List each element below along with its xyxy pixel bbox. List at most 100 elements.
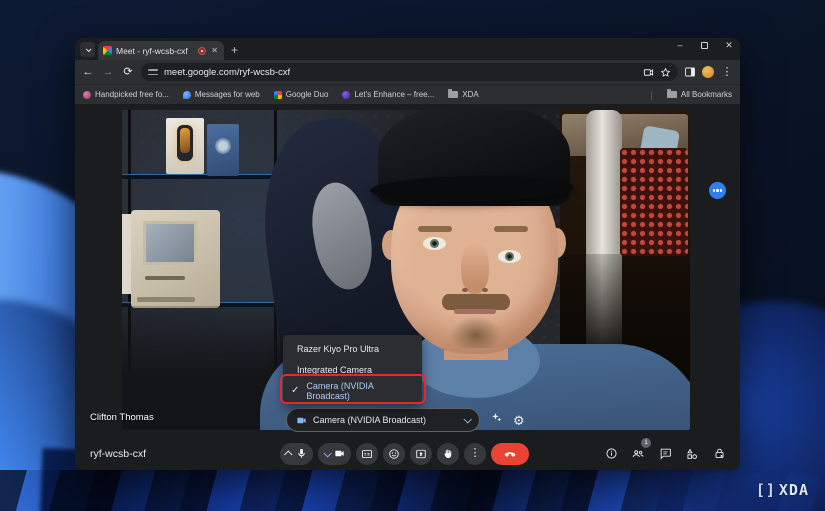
- activities-button[interactable]: [683, 445, 701, 463]
- window-close-button[interactable]: ✕: [724, 41, 734, 50]
- bookmark-favicon-icon: [342, 90, 351, 99]
- tab-strip: Meet - ryf-wcsb-cxf ✕ + – ✕: [75, 38, 740, 60]
- chat-icon: [660, 448, 671, 460]
- present-screen-button[interactable]: [410, 442, 432, 465]
- host-controls-button[interactable]: [710, 445, 728, 463]
- xda-watermark: [] XDA: [756, 481, 809, 499]
- desktop: [] XDA Meet - ryf-wcsb-cxf ✕ + – ✕ ← → ⟳…: [0, 0, 825, 511]
- captions-icon: [362, 449, 372, 458]
- menu-item-integrated-camera[interactable]: Integrated Camera: [283, 359, 422, 380]
- raise-hand-icon: [444, 449, 452, 458]
- reactions-button[interactable]: [383, 442, 405, 465]
- meeting-details-button[interactable]: [602, 445, 620, 463]
- chevron-down-icon[interactable]: [323, 448, 332, 458]
- site-settings-icon[interactable]: [148, 68, 158, 76]
- mac-base: [137, 297, 195, 302]
- back-button[interactable]: ←: [81, 66, 95, 78]
- chevron-up-icon[interactable]: [284, 449, 293, 459]
- forward-button[interactable]: →: [101, 66, 115, 78]
- leave-call-button[interactable]: [491, 442, 529, 465]
- chevron-down-icon: [463, 415, 472, 424]
- bookmark-handpicked[interactable]: Handpicked free fo...: [83, 90, 169, 99]
- bookmark-xda-folder[interactable]: XDA: [448, 89, 479, 99]
- bookmark-label: Google Duo: [285, 90, 329, 99]
- captions-button[interactable]: [356, 442, 378, 465]
- chat-panel-button[interactable]: [656, 445, 674, 463]
- call-controls: ⋮: [280, 442, 529, 465]
- menu-item-label: Camera (NVIDIA Broadcast): [306, 380, 374, 401]
- check-icon: ✓: [291, 385, 300, 396]
- browser-menu-button[interactable]: ⋮: [720, 66, 734, 78]
- lock-icon: [715, 448, 723, 459]
- shelf: [122, 174, 282, 179]
- eye: [423, 237, 446, 250]
- reload-button[interactable]: ⟳: [121, 66, 135, 78]
- window-maximize-button[interactable]: [701, 42, 708, 49]
- dot: [712, 189, 715, 192]
- folder-icon: [666, 89, 677, 98]
- bookmark-favicon-icon: [182, 90, 191, 99]
- bookmark-favicon-icon: [83, 90, 91, 99]
- all-bookmarks-button[interactable]: All Bookmarks: [666, 89, 732, 99]
- mac-floppy-slot: [145, 276, 185, 280]
- mic-icon: [298, 448, 305, 458]
- vintage-macintosh: [131, 210, 220, 308]
- videocam-icon: [335, 450, 344, 457]
- bookmark-messages[interactable]: Messages for web: [182, 90, 260, 99]
- people-panel-button[interactable]: 1: [629, 437, 651, 463]
- mustache: [442, 294, 510, 310]
- window-controls: – ✕: [675, 41, 734, 50]
- mac-screen: [143, 221, 197, 265]
- nose: [461, 242, 489, 294]
- side-panel-icon[interactable]: [684, 66, 696, 78]
- present-icon: [416, 449, 426, 458]
- new-tab-button[interactable]: +: [231, 44, 238, 56]
- menu-item-label: Integrated Camera: [297, 364, 373, 375]
- menu-item-nvidia-broadcast[interactable]: ✓ Camera (NVIDIA Broadcast): [283, 380, 422, 401]
- bookmark-star-icon[interactable]: [660, 67, 671, 78]
- mouth: [454, 309, 496, 314]
- tile-more-options-button[interactable]: [709, 182, 726, 199]
- dot: [716, 189, 719, 192]
- more-options-button[interactable]: ⋮: [464, 442, 486, 465]
- goatee: [450, 316, 502, 348]
- meeting-code: ryf-wcsb-cxf: [90, 447, 146, 460]
- phone-box: [166, 118, 204, 174]
- camera-button[interactable]: [318, 442, 351, 465]
- bookmarks-divider: |: [650, 89, 653, 100]
- xda-brand-text: XDA: [778, 481, 809, 499]
- menu-item-razer-kiyo[interactable]: Razer Kiyo Pro Ultra: [283, 338, 422, 359]
- settings-gear-button[interactable]: ⚙: [513, 414, 525, 427]
- url-bar[interactable]: meet.google.com/ryf-wcsb-cxf: [141, 63, 678, 81]
- more-vert-icon: ⋮: [469, 447, 481, 459]
- xda-brackets-logo: []: [755, 481, 776, 499]
- bookmark-google-duo[interactable]: Google Duo: [273, 90, 329, 99]
- bookmark-favicon-icon: [273, 90, 282, 99]
- raise-hand-button[interactable]: [437, 442, 459, 465]
- info-icon: [605, 448, 617, 459]
- white-box-edge: [122, 214, 131, 294]
- blue-box: [207, 124, 239, 176]
- tab-search-button[interactable]: [80, 42, 95, 57]
- bookmarks-bar: Handpicked free fo... Messages for web G…: [75, 84, 740, 104]
- tab-close-button[interactable]: ✕: [210, 46, 219, 56]
- tab-meet[interactable]: Meet - ryf-wcsb-cxf ✕: [98, 41, 224, 60]
- nostril: [482, 288, 488, 292]
- tab-camera-share-icon[interactable]: [643, 67, 654, 78]
- bookmark-lets-enhance[interactable]: Let's Enhance – free...: [342, 90, 434, 99]
- smiley-icon: [389, 448, 399, 459]
- microphone-button[interactable]: [280, 442, 313, 465]
- folder-icon: [448, 89, 459, 98]
- profile-avatar[interactable]: [702, 66, 714, 78]
- dot: [720, 189, 723, 192]
- eyebrow: [418, 226, 452, 232]
- red-patterned-garment: [620, 148, 688, 256]
- phone-image: [177, 125, 193, 161]
- url-text[interactable]: meet.google.com/ryf-wcsb-cxf: [164, 67, 637, 78]
- window-minimize-button[interactable]: –: [675, 41, 685, 50]
- visual-effects-button[interactable]: [490, 411, 503, 429]
- camera-in-use-indicator-icon: [198, 46, 207, 55]
- camera-select-dropdown[interactable]: Camera (NVIDIA Broadcast): [286, 408, 480, 432]
- nostril: [462, 288, 468, 292]
- camera-select-value: Camera (NVIDIA Broadcast): [313, 415, 427, 425]
